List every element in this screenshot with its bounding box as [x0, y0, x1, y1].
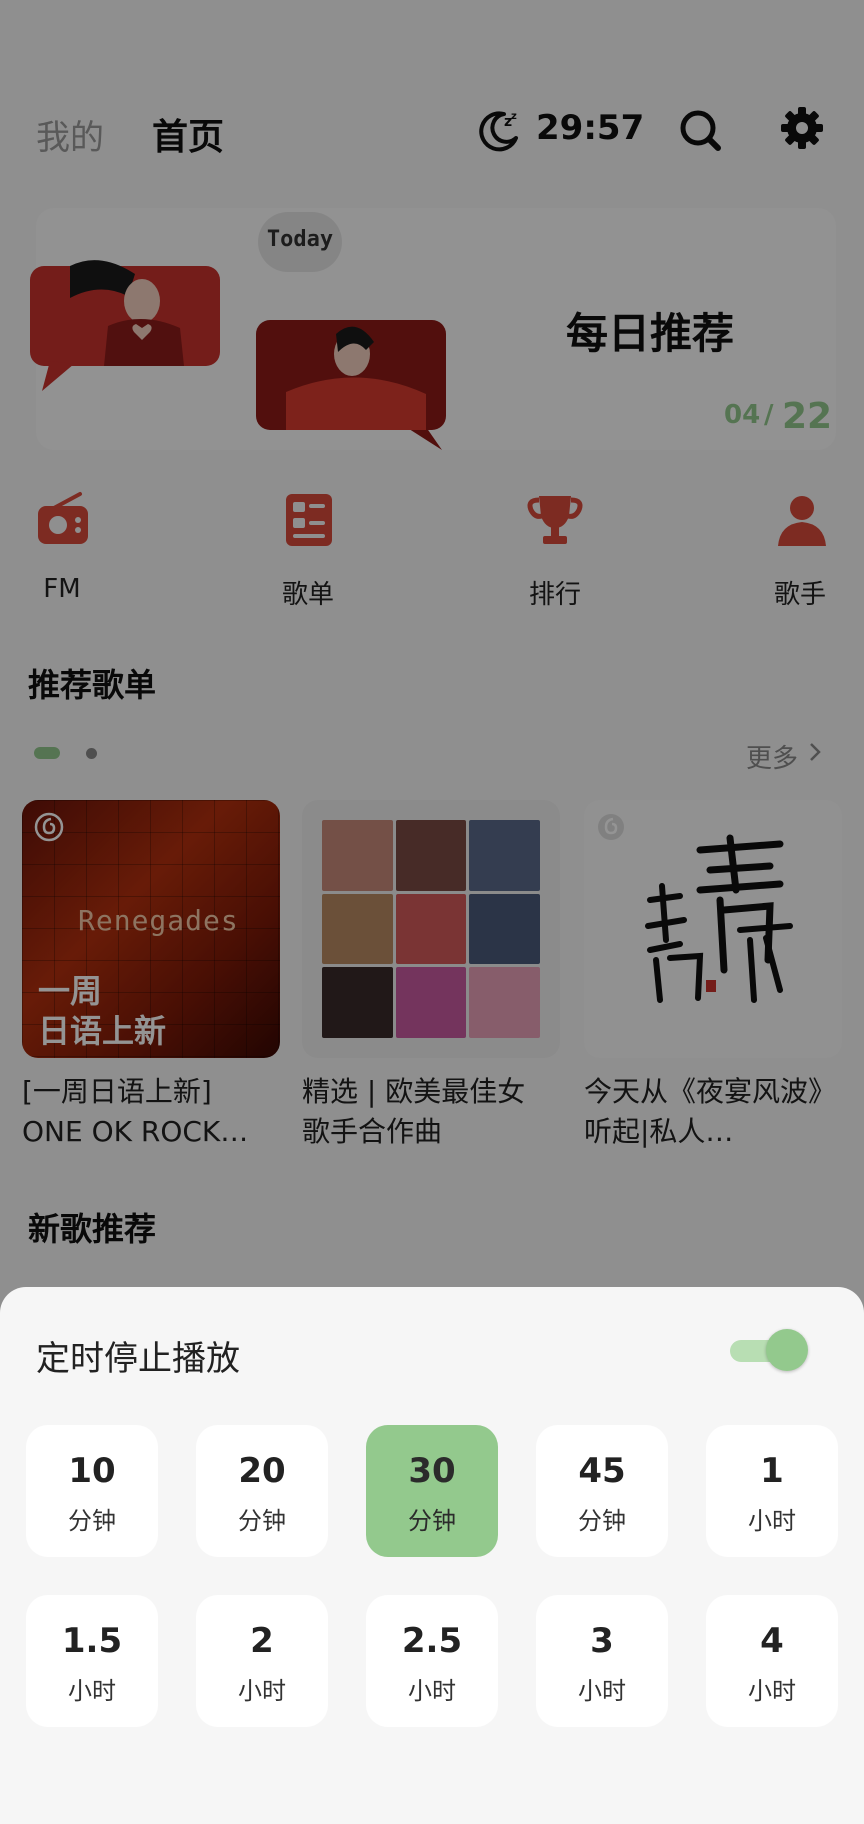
option-value: 4: [760, 1621, 784, 1661]
option-unit: 小时: [68, 1677, 116, 1705]
option-unit: 小时: [238, 1677, 286, 1705]
option-value: 30: [408, 1451, 456, 1491]
option-value: 20: [238, 1451, 286, 1491]
option-value: 2.5: [401, 1621, 463, 1661]
timer-option-30-min[interactable]: 30 分钟: [366, 1425, 498, 1557]
timer-option-3-hour[interactable]: 3 小时: [536, 1595, 668, 1727]
sleep-timer-toggle[interactable]: [730, 1327, 808, 1373]
timer-option-10-min[interactable]: 10 分钟: [26, 1425, 158, 1557]
option-unit: 小时: [408, 1677, 456, 1705]
timer-option-20-min[interactable]: 20 分钟: [196, 1425, 328, 1557]
option-value: 45: [578, 1451, 626, 1491]
option-unit: 分钟: [238, 1507, 286, 1535]
option-unit: 分钟: [68, 1507, 116, 1535]
timer-option-2.5-hour[interactable]: 2.5 小时: [366, 1595, 498, 1727]
option-value: 10: [68, 1451, 116, 1491]
timer-option-4-hour[interactable]: 4 小时: [706, 1595, 838, 1727]
option-unit: 分钟: [578, 1507, 626, 1535]
option-unit: 小时: [578, 1677, 626, 1705]
timer-option-1-hour[interactable]: 1 小时: [706, 1425, 838, 1557]
option-unit: 分钟: [408, 1507, 456, 1535]
sleep-timer-title: 定时停止播放: [36, 1339, 240, 1379]
option-value: 1: [760, 1451, 784, 1491]
option-value: 2: [250, 1621, 274, 1661]
option-value: 3: [590, 1621, 614, 1661]
option-unit: 小时: [748, 1677, 796, 1705]
timer-option-2-hour[interactable]: 2 小时: [196, 1595, 328, 1727]
timer-option-45-min[interactable]: 45 分钟: [536, 1425, 668, 1557]
timer-option-1.5-hour[interactable]: 1.5 小时: [26, 1595, 158, 1727]
option-value: 1.5: [61, 1621, 123, 1661]
toggle-knob: [766, 1329, 808, 1371]
sleep-timer-sheet: 定时停止播放 10 分钟 20 分钟 30 分钟 45 分钟 1 小时 1.5 …: [0, 1287, 864, 1824]
option-unit: 小时: [748, 1507, 796, 1535]
